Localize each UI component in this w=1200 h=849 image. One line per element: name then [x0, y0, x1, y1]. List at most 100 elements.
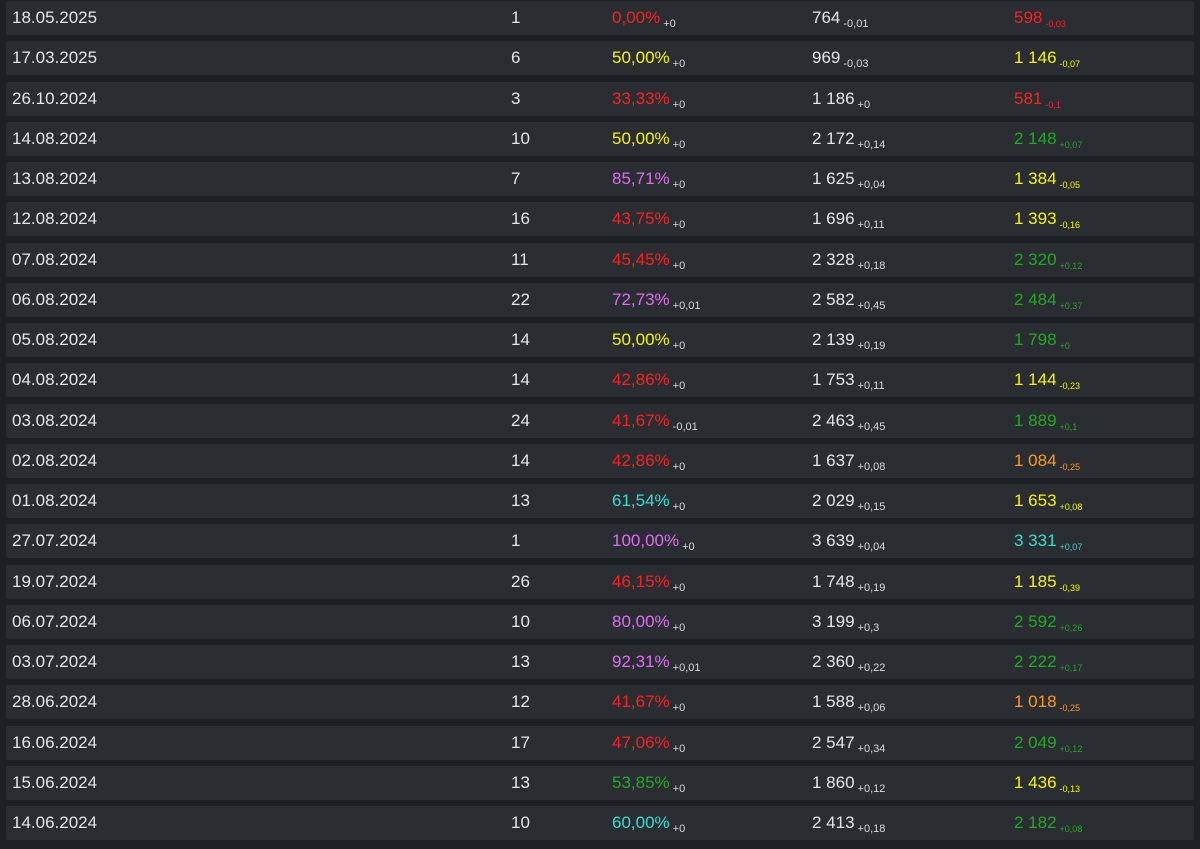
performance-value: 2 222	[1014, 652, 1057, 671]
performance-delta: -0,1	[1045, 99, 1061, 110]
percentage-cell: 50,00% +0	[612, 122, 685, 156]
rating-delta: +0,04	[857, 541, 886, 554]
percentage-delta: +0	[672, 742, 686, 755]
rating-value: 3 199	[812, 611, 855, 631]
count-cell: 26	[511, 571, 530, 591]
table-row[interactable]: 03.08.2024 24 41,67% -0,01 2 463 +0,45 1 8…	[6, 403, 1194, 438]
date-cell: 02.08.2024	[12, 450, 98, 470]
rating-delta: -0,01	[843, 18, 869, 30]
date-cell: 12.08.2024	[12, 209, 98, 229]
performance-cell: 1 436 -0,13	[1014, 766, 1080, 800]
rating-value: 1 637	[812, 450, 855, 470]
rating-delta: +0,08	[857, 460, 886, 473]
date-cell: 26.10.2024	[12, 88, 98, 108]
performance-value: 1 185	[1014, 571, 1057, 591]
table-row[interactable]: 05.08.2024 14 50,00% +0 2 139 +0,19 1 798 +…	[6, 323, 1194, 357]
rating-value: 1 186	[812, 88, 855, 108]
table-row[interactable]: 15.06.2024 13 53,85% +0 1 860 +0,12 1 436-…	[6, 765, 1194, 800]
rating-value: 1 753	[812, 370, 855, 390]
rating-value: 1 588	[812, 692, 855, 712]
rating-cell: 3 199 +0,3	[812, 605, 879, 639]
rating-delta: +0,15	[857, 501, 886, 513]
count-cell: 13	[511, 772, 530, 792]
percentage-delta: +0,01	[672, 662, 701, 674]
table-row[interactable]: 03.07.2024 13 92,31% +0,01 2 360 +0,22 2 2…	[6, 645, 1194, 679]
percentage-cell: 42,86% +0	[612, 363, 685, 397]
table-row[interactable]: 13.08.2024 7 85,71% +0 1 625 +0,04 1 384 -0…	[6, 162, 1194, 196]
percentage-delta: +0	[672, 58, 686, 71]
percentage-value: 41,67%	[612, 692, 670, 712]
table-row[interactable]: 18.05.2025 1 0,00% +0 764 -0,01 598 -0,03	[6, 1, 1194, 35]
performance-value: 2 592	[1014, 611, 1057, 631]
performance-delta: -0,25	[1059, 703, 1081, 714]
date-cell: 03.07.2024	[12, 652, 98, 671]
performance-value: 1 653	[1014, 491, 1057, 510]
date-cell: 03.08.2024	[12, 410, 98, 430]
table-row[interactable]: 06.07.2024 10 80,00% +0 3 199 +0,3 2 592 +0…	[6, 604, 1194, 639]
date-cell: 14.06.2024	[12, 813, 98, 832]
table-row[interactable]: 17.03.2025 6 50,00% +0 969 -0,03 1 146 -0,0…	[6, 41, 1194, 76]
rating-cell: 2 463 +0,45	[812, 404, 885, 438]
performance-delta: -0,13	[1059, 783, 1081, 794]
percentage-value: 42,86%	[612, 450, 670, 470]
table-row[interactable]: 19.07.2024 26 46,15% +0 1 748 +0,19 1 185-…	[6, 564, 1194, 599]
table-row[interactable]: 07.08.2024 11 45,45% +0 2 328 +0,18 2 320 +…	[6, 242, 1194, 277]
rating-cell: 2 413 +0,18	[812, 806, 885, 840]
performance-value: 1 798	[1014, 330, 1057, 349]
rating-cell: 969 -0,03	[812, 41, 868, 75]
performance-delta: +0,37	[1059, 300, 1083, 311]
rating-delta: +0,19	[857, 340, 886, 352]
table-row[interactable]: 04.08.2024 14 42,86% +0 1 753 +0,11 1 144-…	[6, 363, 1194, 398]
rating-cell: 1 696 +0,11	[812, 202, 885, 236]
count-cell: 10	[511, 128, 530, 148]
rating-cell: 2 547 +0,34	[812, 726, 885, 760]
performance-delta: +0,1	[1059, 421, 1078, 432]
rating-value: 1 696	[812, 209, 855, 229]
rating-cell: 1 625 +0,04	[812, 162, 885, 196]
percentage-delta: +0	[672, 340, 686, 352]
percentage-delta: +0	[672, 460, 686, 473]
table-row[interactable]: 28.06.2024 12 41,67% +0 1 588 +0,06 1 018-…	[6, 685, 1194, 720]
percentage-cell: 72,73% +0,01	[612, 283, 701, 317]
rating-value: 2 582	[812, 289, 855, 309]
table-row[interactable]: 06.08.2024 22 72,73% +0,01 2 582 +0,45 2 4…	[6, 282, 1194, 317]
performance-cell: 2 320 +0,12	[1014, 243, 1082, 277]
performance-value: 1 384	[1014, 169, 1057, 188]
rating-delta: +0,18	[857, 823, 886, 835]
performance-cell: 2 484 +0,37	[1014, 283, 1082, 317]
rating-delta: +0,18	[857, 259, 886, 272]
date-cell: 16.06.2024	[12, 732, 98, 752]
percentage-cell: 85,71% +0	[612, 162, 685, 196]
performance-value: 3 331	[1014, 531, 1057, 551]
performance-value: 598	[1014, 8, 1043, 27]
performance-cell: 2 182 +0,08	[1014, 806, 1082, 840]
percentage-cell: 41,67% +0	[612, 685, 685, 719]
percentage-cell: 50,00% +0	[612, 41, 685, 75]
table-row[interactable]: 26.10.2024 3 33,33% +0 1 186 +0 581 -0,1	[6, 81, 1194, 116]
rating-value: 3 639	[812, 531, 855, 551]
percentage-cell: 42,86% +0	[612, 444, 685, 478]
performance-delta: +0,12	[1059, 743, 1083, 754]
percentage-value: 72,73%	[612, 289, 670, 309]
date-cell: 06.08.2024	[12, 289, 98, 309]
table-row[interactable]: 02.08.2024 14 42,86% +0 1 637 +0,08 1 084-…	[6, 443, 1194, 478]
performance-delta: +0	[1059, 341, 1070, 351]
table-row[interactable]: 16.06.2024 17 47,06% +0 2 547 +0,34 2 049 +…	[6, 725, 1194, 760]
percentage-delta: +0	[672, 380, 686, 393]
percentage-cell: 60,00% +0	[612, 806, 685, 840]
percentage-cell: 41,67% -0,01	[612, 404, 698, 438]
performance-delta: +0,08	[1059, 824, 1083, 834]
performance-delta: +0,12	[1059, 260, 1083, 271]
table-row[interactable]: 27.07.2024 1 100,00% +0 3 639 +0,04 3 331 +…	[6, 524, 1194, 559]
table-row[interactable]: 14.08.2024 10 50,00% +0 2 172 +0,14 2 148 +…	[6, 121, 1194, 156]
rating-delta: +0,12	[857, 782, 886, 795]
rating-value: 1 748	[812, 571, 855, 591]
performance-value: 2 484	[1014, 289, 1057, 309]
table-row[interactable]: 01.08.2024 13 61,54% +0 2 029 +0,15 1 653 +…	[6, 484, 1194, 518]
table-row[interactable]: 14.06.2024 10 60,00% +0 2 413 +0,18 2 182 +…	[6, 806, 1194, 840]
rating-delta: +0,45	[857, 299, 886, 312]
rating-value: 2 413	[812, 813, 855, 832]
rating-cell: 2 328 +0,18	[812, 243, 885, 277]
table-row[interactable]: 12.08.2024 16 43,75% +0 1 696 +0,11 1 393-…	[6, 202, 1194, 237]
count-cell: 1	[511, 531, 521, 551]
